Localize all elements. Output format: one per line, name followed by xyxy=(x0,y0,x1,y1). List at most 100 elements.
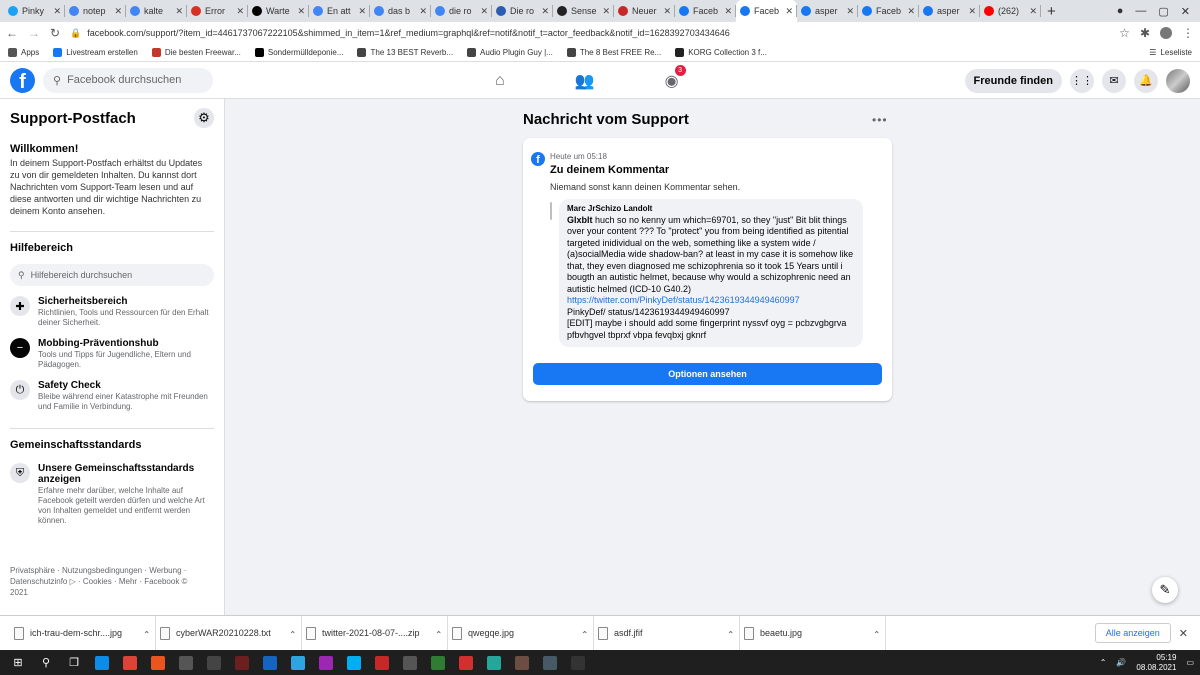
download-item[interactable]: asdf.jfif ⌄ xyxy=(594,615,740,651)
browser-tab[interactable]: die ro ✕ xyxy=(431,0,492,22)
close-icon[interactable]: ✕ xyxy=(602,6,610,17)
close-icon[interactable]: ✕ xyxy=(358,6,366,17)
browser-tab[interactable]: Faceb ✕ xyxy=(675,0,736,22)
close-icon[interactable]: ✕ xyxy=(53,6,61,17)
bookmark-item[interactable]: Apps xyxy=(8,48,39,57)
browser-tab[interactable]: Sense ✕ xyxy=(553,0,614,22)
notifications-bell-icon[interactable]: 🔔 xyxy=(1134,68,1158,93)
help-item-mobbing[interactable]: − Mobbing-Präventionshub Tools und Tipps … xyxy=(10,338,214,370)
chevron-up-icon[interactable]: ⌄ xyxy=(581,628,589,639)
browser-tab[interactable]: kalte ✕ xyxy=(126,0,187,22)
close-icon[interactable]: ✕ xyxy=(297,6,305,17)
minimize-icon[interactable]: — xyxy=(1135,5,1146,17)
comment-link[interactable]: https://twitter.com/PinkyDef/status/1423… xyxy=(567,295,855,307)
close-icon[interactable]: ✕ xyxy=(175,6,183,17)
taskbar-chrome-icon[interactable] xyxy=(116,650,144,675)
close-icon[interactable]: ✕ xyxy=(1179,627,1188,640)
friends-icon[interactable]: 👥 xyxy=(575,71,595,91)
close-icon[interactable]: ✕ xyxy=(114,6,122,17)
help-item-sicherheitsbereich[interactable]: ✚ Sicherheitsbereich Richtlinien, Tools u… xyxy=(10,296,214,328)
taskbar-skype-icon[interactable] xyxy=(340,650,368,675)
browser-tab[interactable]: Warte ✕ xyxy=(248,0,309,22)
view-options-button[interactable]: Optionen ansehen xyxy=(533,363,882,385)
facebook-logo[interactable]: f xyxy=(10,67,35,93)
extensions-icon[interactable]: ✱ xyxy=(1140,26,1150,40)
browser-tab[interactable]: (262) ✕ xyxy=(980,0,1041,22)
new-tab-icon[interactable]: + xyxy=(1047,3,1056,20)
taskbar-app-icon[interactable] xyxy=(396,650,424,675)
download-item[interactable]: ich-trau-dem-schr....jpg ⌄ xyxy=(10,615,156,651)
browser-tab[interactable]: Neuer ✕ xyxy=(614,0,675,22)
browser-tab[interactable]: das b ✕ xyxy=(370,0,431,22)
close-icon[interactable]: ✕ xyxy=(724,6,732,17)
download-item[interactable]: cyberWAR20210228.txt ⌄ xyxy=(156,615,302,651)
browser-tab[interactable]: En att ✕ xyxy=(309,0,370,22)
taskbar-app-icon[interactable] xyxy=(312,650,340,675)
bookmark-item[interactable]: Audio Plugin Guy |... xyxy=(467,48,553,57)
more-options-icon[interactable]: ••• xyxy=(872,113,888,127)
groups-icon[interactable]: ◉ 3 xyxy=(665,64,686,91)
browser-tab[interactable]: Faceb ✕ xyxy=(858,0,919,22)
bookmark-item[interactable]: The 8 Best FREE Re... xyxy=(566,48,661,57)
bookmark-item[interactable]: Sondermülldeponie... xyxy=(254,48,343,57)
forward-icon[interactable]: → xyxy=(28,26,40,40)
download-item[interactable]: qwegqe.jpg ⌄ xyxy=(448,615,594,651)
show-all-downloads-button[interactable]: Alle anzeigen xyxy=(1094,623,1171,643)
download-item[interactable]: beaetu.jpg ⌄ xyxy=(740,615,886,651)
close-icon[interactable]: ✕ xyxy=(480,6,488,17)
taskbar-app-icon[interactable] xyxy=(424,650,452,675)
facebook-search-input[interactable]: ⚲ Facebook durchsuchen xyxy=(43,67,213,93)
taskbar-app-icon[interactable] xyxy=(508,650,536,675)
tab-search-icon[interactable]: ● xyxy=(1117,5,1124,17)
taskbar-app-icon[interactable] xyxy=(368,650,396,675)
chevron-up-icon[interactable]: ⌄ xyxy=(435,628,443,639)
close-icon[interactable]: ✕ xyxy=(419,6,427,17)
close-window-icon[interactable]: ✕ xyxy=(1181,5,1190,18)
chevron-up-icon[interactable]: ⌄ xyxy=(143,628,151,639)
bookmark-item[interactable]: The 13 BEST Reverb... xyxy=(357,48,453,57)
home-icon[interactable]: ⌂ xyxy=(495,72,505,90)
taskbar-ubuntu-icon[interactable] xyxy=(144,650,172,675)
close-icon[interactable]: ✕ xyxy=(236,6,244,17)
taskbar-search-icon[interactable]: ⚲ xyxy=(32,650,60,675)
profile-avatar[interactable] xyxy=(1166,68,1190,93)
chevron-up-icon[interactable]: ⌄ xyxy=(289,628,297,639)
browser-tab[interactable]: Die ro ✕ xyxy=(492,0,553,22)
maximize-icon[interactable]: ▢ xyxy=(1158,5,1168,18)
bookmark-star-icon[interactable]: ☆ xyxy=(1119,26,1130,40)
download-item[interactable]: twitter-2021-08-07-....zip ⌄ xyxy=(302,615,448,651)
taskbar-inkscape-icon[interactable] xyxy=(200,650,228,675)
browser-tab[interactable]: Faceb ✕ xyxy=(736,0,797,22)
browser-tab[interactable]: asper ✕ xyxy=(919,0,980,22)
taskbar-live-icon[interactable] xyxy=(228,650,256,675)
close-icon[interactable]: ✕ xyxy=(663,6,671,17)
browser-tab[interactable]: asper ✕ xyxy=(797,0,858,22)
chevron-up-icon[interactable]: ⌄ xyxy=(873,628,881,639)
standards-item[interactable]: ⛨ Unsere Gemeinschaftsstandards anzeigen… xyxy=(10,463,214,526)
chevron-up-icon[interactable]: ⌄ xyxy=(727,628,735,639)
bookmark-item[interactable]: KORG Collection 3 f... xyxy=(675,48,767,57)
taskbar-edge-icon[interactable] xyxy=(88,650,116,675)
bookmark-item[interactable]: Die besten Freewar... xyxy=(151,48,241,57)
close-icon[interactable]: ✕ xyxy=(541,6,549,17)
reading-list[interactable]: ☰ Leseliste xyxy=(1149,48,1192,57)
reload-icon[interactable]: ↻ xyxy=(50,26,60,40)
close-icon[interactable]: ✕ xyxy=(907,6,915,17)
menu-grid-icon[interactable]: ⋮⋮ xyxy=(1070,68,1094,93)
taskbar-task-view-icon[interactable]: ❐ xyxy=(60,650,88,675)
windows-start-icon[interactable]: ⊞ xyxy=(4,650,32,675)
taskbar-app-icon[interactable] xyxy=(536,650,564,675)
browser-menu-icon[interactable]: ⋮ xyxy=(1182,26,1194,40)
gear-icon[interactable]: ⚙ xyxy=(194,108,214,128)
close-icon[interactable]: ✕ xyxy=(846,6,854,17)
browser-tab[interactable]: Pinky ✕ xyxy=(4,0,65,22)
back-icon[interactable]: ← xyxy=(6,26,18,40)
close-icon[interactable]: ✕ xyxy=(968,6,976,17)
chevron-up-icon[interactable]: ⌃ xyxy=(1100,658,1107,667)
clock[interactable]: 05:19 08.08.2021 xyxy=(1136,653,1176,673)
url-bar[interactable]: 🔒 facebook.com/support/?item_id=44617370… xyxy=(70,28,1109,39)
profile-avatar[interactable] xyxy=(1160,27,1172,39)
messenger-icon[interactable]: ✉ xyxy=(1102,68,1126,93)
browser-tab[interactable]: Error ✕ xyxy=(187,0,248,22)
help-search-input[interactable]: ⚲ Hilfebereich durchsuchen xyxy=(10,264,214,286)
